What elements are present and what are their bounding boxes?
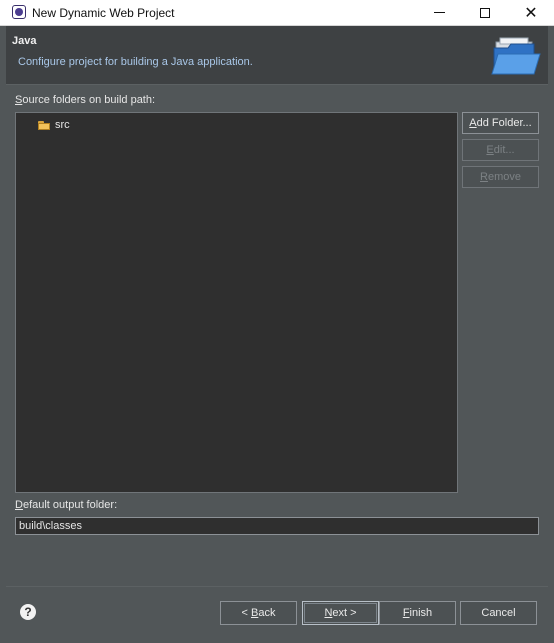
add-folder-button[interactable]: Add Folder... xyxy=(462,112,539,134)
page-description: Configure project for building a Java ap… xyxy=(18,56,253,68)
wizard-footer: ? < Back Next > Finish Cancel xyxy=(6,586,548,637)
output-folder-label: Default output folder: xyxy=(15,499,118,511)
cancel-button[interactable]: Cancel xyxy=(460,601,537,625)
edit-button[interactable]: Edit... xyxy=(462,139,539,161)
close-icon[interactable]: ✕ xyxy=(508,0,554,25)
open-folder-icon xyxy=(491,37,541,75)
window-title: New Dynamic Web Project xyxy=(32,6,175,20)
list-item-label: src xyxy=(55,119,70,131)
remove-button[interactable]: Remove xyxy=(462,166,539,188)
page-title: Java xyxy=(12,35,37,47)
next-button[interactable]: Next > xyxy=(302,601,379,625)
help-icon[interactable]: ? xyxy=(20,604,36,620)
finish-button[interactable]: Finish xyxy=(379,601,456,625)
list-item[interactable]: src xyxy=(38,117,70,133)
maximize-icon[interactable] xyxy=(462,0,508,25)
minimize-icon[interactable] xyxy=(416,0,462,25)
title-bar: New Dynamic Web Project ✕ xyxy=(0,0,554,26)
eclipse-app-icon xyxy=(12,5,26,19)
source-folders-list[interactable]: src xyxy=(15,112,458,493)
output-folder-input[interactable]: build\classes xyxy=(15,517,539,535)
back-button[interactable]: < Back xyxy=(220,601,297,625)
source-folders-label: Source folders on build path: xyxy=(15,94,156,106)
wizard-content: Source folders on build path: src Add Fo… xyxy=(6,86,548,586)
source-folder-icon xyxy=(38,120,51,130)
wizard-header: Java Configure project for building a Ja… xyxy=(6,26,548,85)
